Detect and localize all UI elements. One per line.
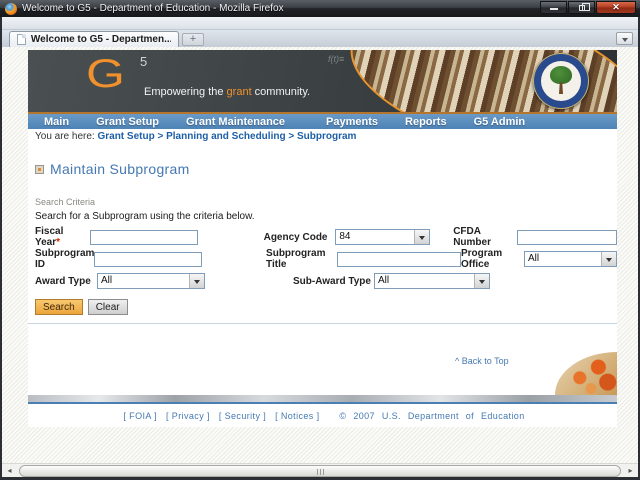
search-button[interactable]: Search	[35, 299, 83, 315]
tab-bar: Welcome to G5 - Departmen... +	[2, 30, 638, 47]
subprogram-title-input[interactable]	[336, 251, 461, 267]
breadcrumb-subprogram[interactable]: Subprogram	[297, 131, 356, 142]
g5-header-banner: f(t)≡ G 5 Empowering the grant community…	[28, 50, 617, 112]
fiscal-year-label: Fiscal Year*	[35, 226, 64, 248]
new-tab-button[interactable]: +	[182, 33, 204, 46]
required-asterisk: *	[56, 237, 61, 248]
breadcrumb-grant-setup[interactable]: Grant Setup	[97, 131, 154, 142]
breadcrumb: You are here: Grant Setup > Planning and…	[28, 129, 617, 145]
section-label: Search Criteria	[35, 197, 96, 207]
award-type-label: Award Type	[35, 275, 91, 287]
nav-item-grant-setup[interactable]: Grant Setup	[96, 116, 159, 128]
tagline: Empowering the grant community.	[144, 86, 311, 98]
close-icon: ✕	[612, 2, 620, 12]
content-area: Maintain Subprogram Search Criteria Sear…	[28, 145, 617, 427]
program-office-select[interactable]: All	[524, 251, 617, 267]
subprogram-id-input[interactable]	[94, 251, 203, 267]
scrollbar-grip-icon	[317, 469, 324, 475]
nav-item-g5-admin[interactable]: G5 Admin	[474, 116, 526, 128]
page-icon	[17, 34, 26, 45]
page-column: f(t)≡ G 5 Empowering the grant community…	[28, 50, 617, 427]
scroll-left-arrow[interactable]: ◂	[2, 465, 17, 477]
firefox-window: Welcome to G5 - Department of Education …	[0, 0, 640, 480]
cfda-number-label: CFDA Number	[453, 226, 491, 248]
nav-item-reports[interactable]: Reports	[405, 116, 447, 128]
toolbar-strip	[2, 17, 638, 30]
minimize-button[interactable]	[540, 1, 567, 14]
classroom-chairs-photo	[555, 352, 617, 395]
nav-item-main[interactable]: Main	[44, 116, 69, 128]
footer-photo-strip	[28, 395, 617, 404]
dropdown-arrow-icon[interactable]	[474, 274, 489, 288]
fiscal-year-input[interactable]	[89, 229, 198, 245]
program-office-label: Program Office	[460, 248, 503, 270]
department-of-education-seal	[533, 53, 589, 109]
g5-logo: G	[86, 52, 125, 96]
sub-award-type-select[interactable]: All	[374, 273, 490, 289]
nav-item-grant-maintenance[interactable]: Grant Maintenance	[186, 116, 285, 128]
footer-link-privacy[interactable]: [ Privacy ]	[166, 411, 210, 421]
cfda-number-input[interactable]	[517, 229, 617, 245]
dropdown-arrow-icon[interactable]	[189, 274, 204, 288]
nav-item-payments[interactable]: Payments	[326, 116, 378, 128]
sub-award-type-label: Sub-Award Type	[293, 275, 371, 287]
subprogram-id-label: Subprogram ID	[35, 248, 95, 270]
dropdown-arrow-icon[interactable]	[414, 230, 430, 244]
chevron-down-icon	[622, 38, 628, 42]
scroll-right-arrow[interactable]: ▸	[623, 465, 638, 477]
tab-title: Welcome to G5 - Departmen...	[30, 34, 171, 45]
horizontal-scrollbar[interactable]: ◂ ▸	[2, 463, 638, 477]
main-navigation: Main Grant Setup Grant Maintenance Payme…	[28, 114, 617, 129]
copyright-text: © 2007 U.S. Department of Education	[339, 411, 525, 421]
window-title: Welcome to G5 - Department of Education …	[22, 3, 284, 14]
restore-button[interactable]	[568, 1, 595, 14]
subprogram-title-label: Subprogram Title	[266, 248, 326, 270]
minimize-icon	[550, 8, 558, 10]
dropdown-arrow-icon[interactable]	[601, 252, 616, 266]
back-to-top-link[interactable]: ^ Back to Top	[455, 356, 509, 366]
footer: [ FOIA ] [ Privacy ] [ Security ] [ Noti…	[28, 411, 617, 421]
footer-link-notices[interactable]: [ Notices ]	[275, 411, 319, 421]
section-divider	[28, 323, 617, 324]
agency-code-label: Agency Code	[263, 231, 328, 243]
close-button[interactable]: ✕	[596, 1, 636, 14]
agency-code-select[interactable]: 84	[335, 229, 431, 245]
g5-logo-sup: 5	[140, 54, 148, 69]
breadcrumb-prefix: You are here:	[35, 131, 95, 142]
clear-button[interactable]: Clear	[87, 299, 128, 315]
scrollbar-thumb[interactable]	[19, 465, 621, 477]
footer-link-security[interactable]: [ Security ]	[219, 411, 266, 421]
browser-viewport: f(t)≡ G 5 Empowering the grant community…	[2, 47, 638, 463]
chalkboard-note: f(t)≡	[328, 54, 345, 64]
seal-tree-icon	[550, 66, 572, 84]
page-title: Maintain Subprogram	[50, 161, 190, 177]
bullet-icon	[35, 164, 44, 174]
footer-link-foia[interactable]: [ FOIA ]	[123, 411, 157, 421]
restore-icon	[579, 3, 590, 11]
title-bar[interactable]: Welcome to G5 - Department of Education …	[0, 0, 640, 17]
award-type-select[interactable]: All	[97, 273, 205, 289]
search-criteria-form: Fiscal Year* Agency Code 84 CFDA Number …	[28, 226, 617, 292]
instructions-text: Search for a Subprogram using the criter…	[35, 211, 255, 222]
firefox-icon	[5, 2, 17, 15]
breadcrumb-planning-scheduling[interactable]: Planning and Scheduling	[166, 131, 285, 142]
tab-welcome-g5[interactable]: Welcome to G5 - Departmen...	[9, 31, 179, 47]
list-all-tabs-button[interactable]	[616, 32, 633, 45]
